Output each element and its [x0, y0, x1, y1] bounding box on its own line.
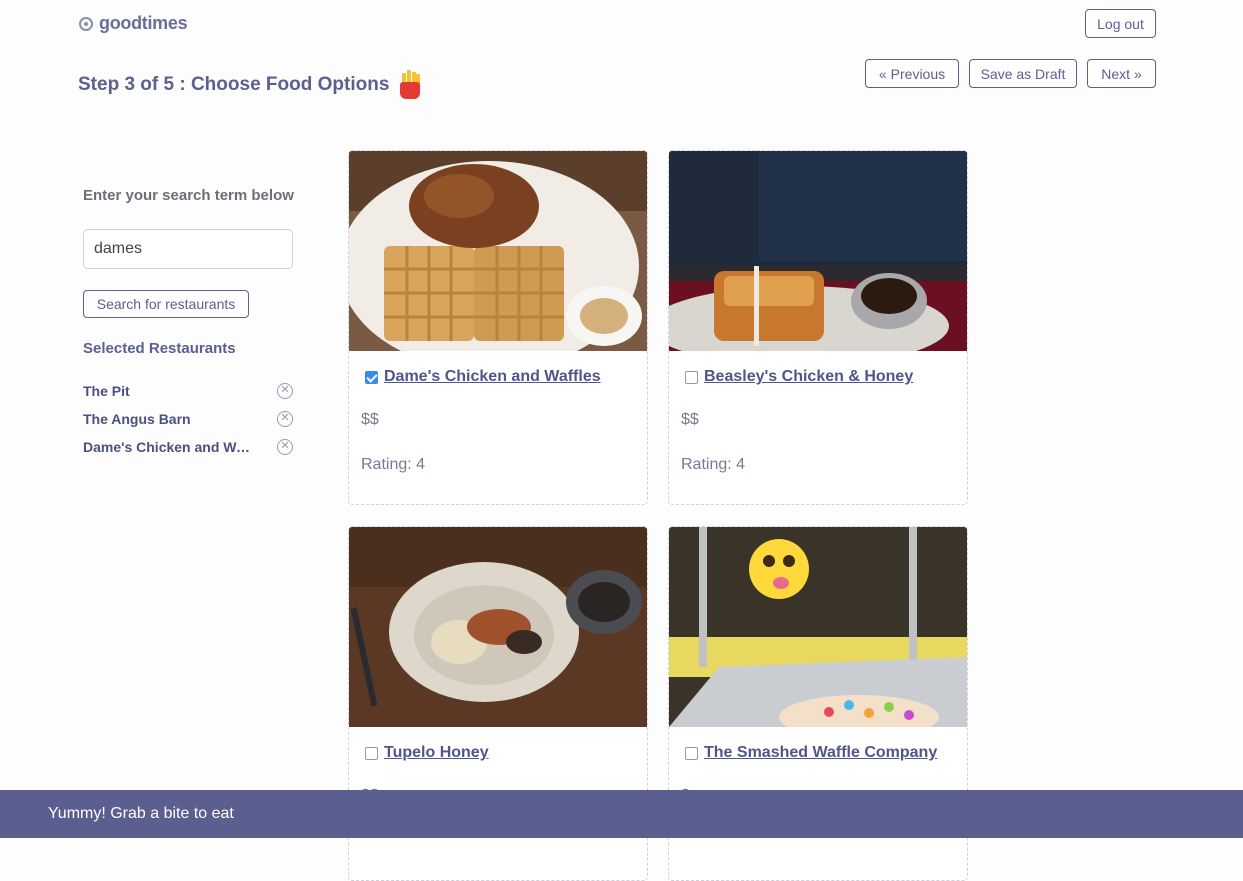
goodtimes-logo-icon — [79, 16, 93, 31]
remove-circle-x-icon[interactable]: ✕ — [277, 383, 293, 399]
selected-restaurant-label: The Pit — [83, 383, 130, 399]
chevron-double-left-icon: « — [878, 65, 887, 82]
restaurant-checkbox[interactable] — [365, 370, 378, 384]
search-input[interactable] — [83, 229, 293, 269]
save-draft-button[interactable]: Save as Draft — [969, 59, 1077, 88]
previous-label: Previous — [890, 65, 946, 82]
restaurant-checkbox[interactable] — [685, 370, 698, 384]
brand[interactable]: goodtimes — [79, 13, 188, 34]
next-button[interactable]: Next » — [1087, 59, 1156, 88]
restaurant-checkbox[interactable] — [685, 746, 698, 760]
cereal-waffle-photo — [669, 527, 967, 739]
search-label: Enter your search term below — [83, 187, 294, 204]
selected-restaurant-label: The Angus Barn — [83, 411, 191, 427]
restaurant-rating: Rating: 4 — [361, 456, 426, 473]
restaurant-name-link[interactable]: Tupelo Honey — [384, 744, 489, 762]
selected-restaurant-item: The Angus Barn ✕ — [83, 409, 293, 429]
step-title-text: Step 3 of 5 : Choose Food Options — [78, 74, 390, 95]
restaurant-name-link[interactable]: Dame's Chicken and Waffles — [384, 368, 601, 386]
selected-restaurants-heading: Selected Restaurants — [83, 340, 236, 357]
previous-button[interactable]: « Previous — [865, 59, 959, 88]
restaurant-rating: Rating: 4 — [681, 456, 746, 473]
selected-restaurant-label: Dame's Chicken and Waffles — [83, 439, 253, 455]
chevron-double-right-icon: » — [1134, 65, 1142, 82]
footer-text: Yummy! Grab a bite to eat — [48, 805, 234, 822]
remove-circle-x-icon[interactable]: ✕ — [277, 411, 293, 427]
page-title: Step 3 of 5 : Choose Food Options — [78, 70, 423, 100]
search-restaurants-button[interactable]: Search for restaurants — [83, 290, 249, 318]
logout-button[interactable]: Log out — [1085, 9, 1156, 38]
chicken-and-waffles-photo — [349, 151, 647, 371]
restaurant-checkbox[interactable] — [365, 746, 378, 760]
restaurant-card: Beasley's Chicken & Honey $$ Rating: 4 — [668, 150, 968, 505]
restaurant-name-link[interactable]: The Smashed Waffle Company — [704, 744, 937, 762]
restaurant-title-row: Dame's Chicken and Waffles — [365, 368, 601, 386]
restaurant-name-link[interactable]: Beasley's Chicken & Honey — [704, 368, 913, 386]
restaurant-title-row: Beasley's Chicken & Honey — [685, 368, 913, 386]
restaurant-price: $$ — [681, 411, 699, 428]
remove-circle-x-icon[interactable]: ✕ — [277, 439, 293, 455]
restaurant-title-row: The Smashed Waffle Company — [685, 744, 937, 762]
restaurant-card: Dame's Chicken and Waffles $$ Rating: 4 — [348, 150, 648, 505]
selected-restaurant-item: The Pit ✕ — [83, 381, 293, 401]
restaurant-price: $$ — [361, 411, 379, 428]
plated-dish-photo — [349, 527, 647, 727]
brand-name: goodtimes — [99, 13, 188, 33]
restaurant-title-row: Tupelo Honey — [365, 744, 489, 762]
chicken-biscuit-photo — [669, 151, 967, 366]
french-fries-icon — [397, 70, 423, 100]
footer-banner: Yummy! Grab a bite to eat — [0, 790, 1243, 838]
next-label: Next — [1101, 65, 1130, 82]
selected-restaurant-item: Dame's Chicken and Waffles ✕ — [83, 437, 293, 457]
